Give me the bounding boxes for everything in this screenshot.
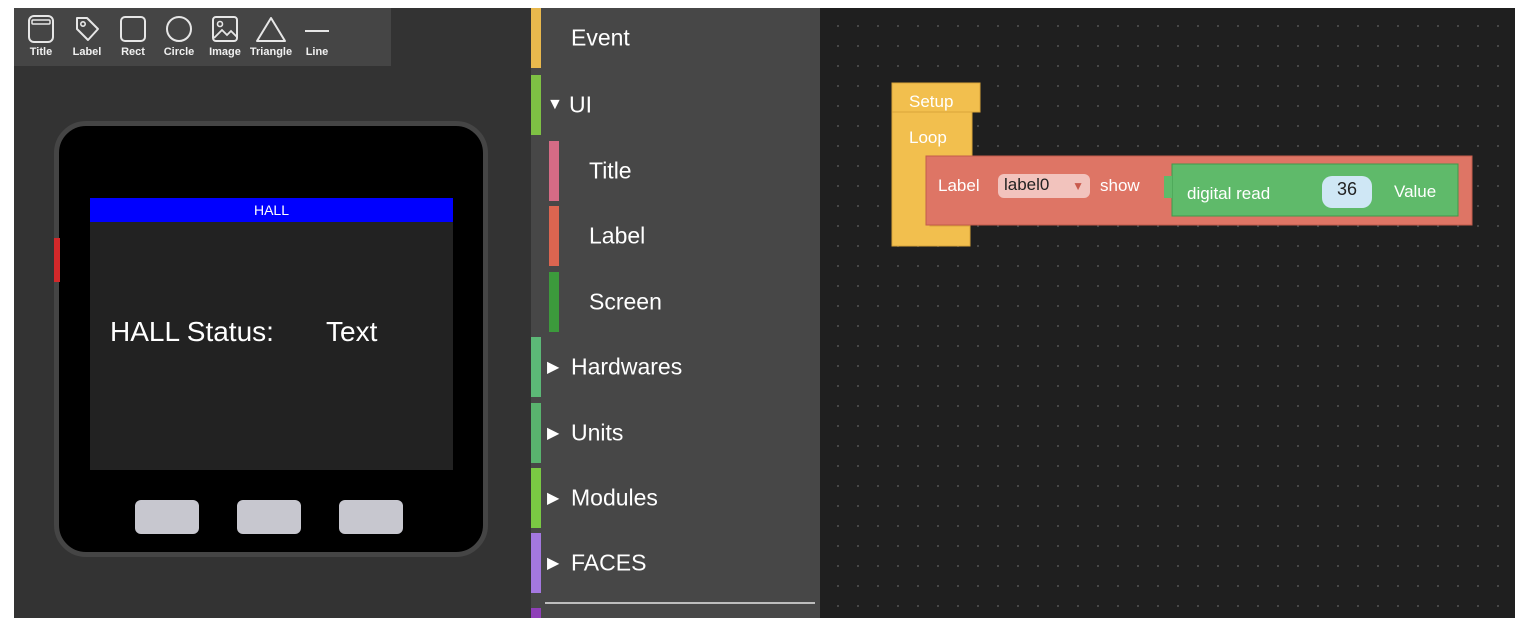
category-label: Screen (589, 288, 662, 315)
screen-value-label[interactable]: Text (326, 316, 377, 348)
category-hardwares[interactable]: ▶ Hardwares (531, 337, 820, 397)
chevron-down-icon: ▼ (1072, 179, 1084, 193)
tool-circle[interactable]: Circle (156, 8, 202, 66)
chevron-right-icon: ▶ (547, 490, 560, 507)
loop-block-label[interactable]: Loop (909, 128, 947, 148)
pin-number-value: 36 (1336, 179, 1358, 199)
block-workspace[interactable]: Setup Loop Label label0 ▼ show digital r… (820, 8, 1515, 618)
category-ui[interactable]: ▼ UI (531, 75, 820, 135)
show-label: show (1100, 176, 1140, 195)
subcategory-screen[interactable]: Screen (531, 272, 820, 332)
label-tag-icon (76, 17, 99, 41)
shape-toolbar: Title Label Rect Circle Image Triangle L… (14, 8, 391, 66)
chevron-down-icon: ▼ (547, 96, 563, 113)
subcategory-title[interactable]: Title (531, 141, 820, 201)
input-notch (1164, 176, 1172, 198)
category-label: Event (571, 24, 630, 51)
category-label: Modules (571, 484, 658, 511)
category-label: Hardwares (571, 353, 683, 380)
label-block-prefix: Label (938, 176, 980, 195)
setup-block-label[interactable]: Setup (909, 92, 953, 112)
category-label: FACES (571, 549, 647, 576)
tool-label-label: Label (72, 46, 102, 58)
category-color-bar (531, 403, 541, 463)
pin-number-field[interactable]: 36 (1322, 176, 1372, 208)
digital-read-label: digital read (1187, 184, 1271, 203)
chevron-right-icon: ▶ (547, 555, 560, 572)
category-color-bar (549, 272, 559, 332)
chevron-right-icon: ▶ (547, 425, 560, 442)
line-icon (305, 30, 329, 32)
ui-designer-panel: Title Label Rect Circle Image Triangle L… (14, 8, 531, 618)
category-color-bar (531, 468, 541, 528)
title-icon (28, 15, 54, 43)
device-button-b[interactable] (237, 500, 301, 534)
tool-rect-label: Rect (121, 46, 145, 58)
tool-rect[interactable]: Rect (110, 8, 156, 66)
tool-title[interactable]: Title (18, 8, 64, 66)
category-faces[interactable]: ▶ FACES (531, 533, 820, 593)
category-label: UI (569, 91, 592, 118)
category-label: Units (571, 419, 624, 446)
category-modules[interactable]: ▶ Modules (531, 468, 820, 528)
screen-title-bar[interactable]: HALL (90, 198, 453, 222)
tool-label[interactable]: Label (64, 8, 110, 66)
category-color-bar (531, 608, 541, 618)
tool-triangle-label: Triangle (249, 46, 293, 58)
category-units[interactable]: ▶ Units (531, 403, 820, 463)
rectangle-icon (120, 16, 146, 42)
category-event[interactable]: Event (531, 8, 820, 68)
palette-divider (545, 602, 815, 604)
value-label: Value (1394, 182, 1437, 201)
device-button-c[interactable] (339, 500, 403, 534)
tool-triangle[interactable]: Triangle (248, 8, 294, 66)
tool-line[interactable]: Line (294, 8, 340, 66)
category-color-bar (531, 337, 541, 397)
tool-image-label: Image (209, 46, 241, 58)
category-label: Title (589, 157, 632, 184)
circle-icon (166, 16, 192, 42)
tool-image[interactable]: Image (202, 8, 248, 66)
tool-line-label: Line (305, 46, 329, 58)
chevron-right-icon: ▶ (547, 359, 560, 376)
image-icon (212, 16, 238, 42)
tool-title-label: Title (29, 46, 53, 58)
block-category-palette: Event ▼ UI Title Label Screen ▶ Hardware… (531, 8, 820, 618)
app-window: Title Label Rect Circle Image Triangle L… (14, 8, 1515, 618)
category-color-bar (531, 75, 541, 135)
label-dropdown-value: label0 (1004, 175, 1050, 194)
tool-circle-label: Circle (163, 46, 195, 58)
category-color-bar (531, 533, 541, 593)
category-color-bar (549, 206, 559, 266)
device-side-marker (54, 238, 60, 282)
category-color-bar (531, 8, 541, 68)
label-dropdown[interactable]: label0 ▼ (998, 174, 1090, 198)
triangle-icon (256, 17, 286, 42)
subcategory-label[interactable]: Label (531, 206, 820, 266)
device-screen: HALL HALL Status: Text (90, 198, 453, 470)
device-button-a[interactable] (135, 500, 199, 534)
category-label: Label (589, 222, 646, 249)
category-color-bar (549, 141, 559, 201)
screen-status-label[interactable]: HALL Status: (110, 316, 274, 348)
